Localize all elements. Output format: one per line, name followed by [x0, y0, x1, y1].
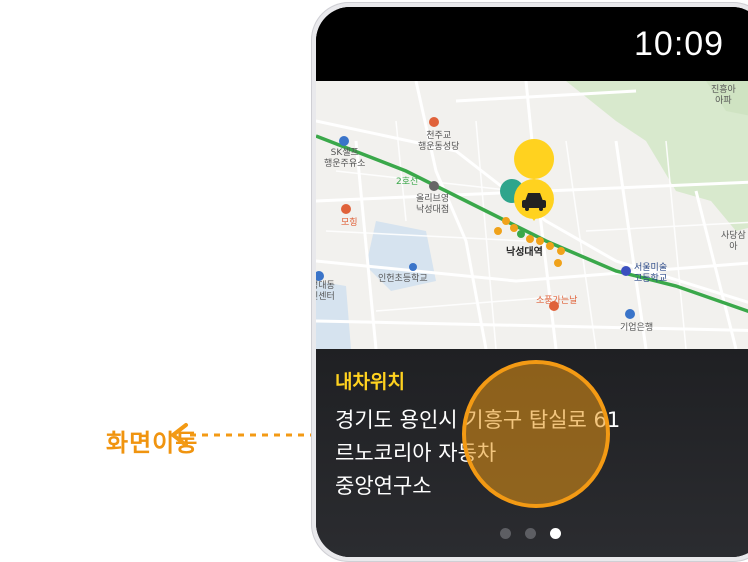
panel-title: 내차위치	[335, 371, 405, 393]
map-label-art-school: 서울미술 고등학교	[634, 263, 668, 284]
map-label-school: 인헌초등학교	[378, 274, 428, 284]
map-view[interactable]: 천주교 행운동성당 SK셀프 행운주유소 올리브영 낙성대점 모힝 낙성대역 인헌초등…	[316, 81, 748, 349]
map-label-oliveyoung: 올리브영 낙성대점	[416, 194, 450, 215]
facility-line: 중앙연구소	[335, 474, 432, 498]
map-label-bank: 기업은행	[620, 323, 654, 333]
map-canvas	[316, 81, 748, 349]
map-label-apartment-2: 사당삼 아	[721, 231, 746, 252]
swipe-touch-indicator	[462, 360, 610, 508]
map-label-station: 낙성대역	[506, 247, 543, 258]
map-label-cafe: 소풍가는날	[536, 296, 578, 306]
page-dot[interactable]	[525, 528, 536, 539]
page-indicator	[500, 528, 561, 539]
clock-time: 10:09	[634, 25, 725, 63]
map-label-gas-station: SK셀프 행운주유소	[324, 148, 366, 169]
page-dot[interactable]	[500, 528, 511, 539]
page-dot-active[interactable]	[550, 528, 561, 539]
map-label-apartment-1: 진흥아 아파	[711, 85, 736, 106]
status-bar: 10:09	[316, 7, 748, 81]
map-label-community-center: 성대동민센터	[316, 281, 335, 302]
map-label-restaurant: 모힝	[341, 218, 358, 228]
map-label-line-2: 2호선	[396, 177, 419, 187]
map-label-church: 천주교 행운동성당	[418, 131, 460, 152]
